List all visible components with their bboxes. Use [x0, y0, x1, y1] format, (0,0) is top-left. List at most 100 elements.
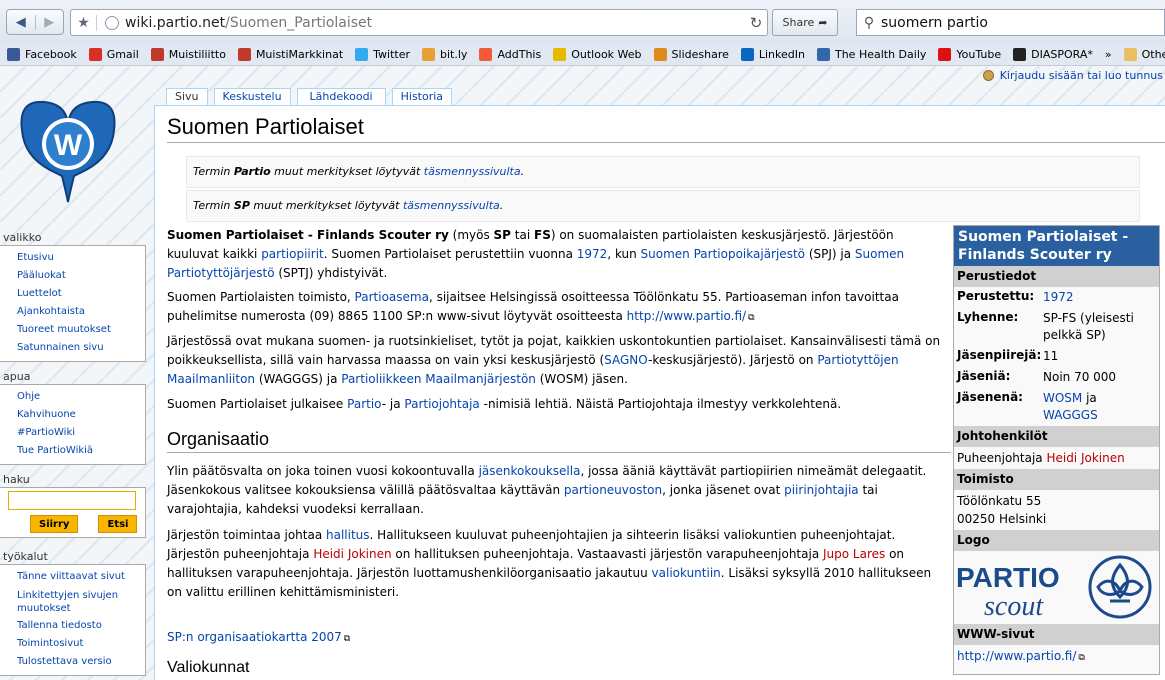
dab-text: . — [520, 165, 525, 178]
infobox-key: Jäsenpiirejä: — [957, 348, 1042, 362]
bookmark-star-icon[interactable]: ★ — [71, 14, 97, 31]
section-divider — [167, 452, 951, 453]
tab-historia[interactable]: Historia — [391, 88, 453, 105]
infobox-value-link[interactable]: 1972 — [1043, 289, 1156, 306]
bookmark-label: Facebook — [25, 48, 77, 61]
infobox-row: Puheenjohtaja Heidi Jokinen — [954, 447, 1159, 469]
share-button[interactable]: Share ➦ — [772, 9, 838, 36]
bookmark-muistimarkkinat[interactable]: MuistiMarkkinat — [237, 48, 343, 61]
sidebar-item-tanne-viittaavat[interactable]: Tänne viittaavat sivut — [17, 571, 125, 582]
tab-sivu[interactable]: Sivu — [166, 88, 208, 105]
disambiguation-link[interactable]: täsmennyssivulta — [403, 199, 500, 212]
sidebar-item-ajankohtaista[interactable]: Ajankohtaista — [17, 306, 85, 317]
partio-website-link[interactable]: http://www.partio.fi/ — [627, 309, 746, 323]
login-link[interactable]: Kirjaudu sisään tai luo tunnus — [1000, 69, 1163, 82]
partioasema-link[interactable]: Partioasema — [355, 290, 429, 304]
bookmark-youtube[interactable]: YouTube — [938, 48, 1001, 61]
portal-heading: työkalut — [0, 549, 146, 565]
sidebar-item-toimintosivut[interactable]: Toimintosivut — [17, 638, 83, 649]
bookmark-folder[interactable]: Other bookmarks — [1123, 48, 1165, 61]
reload-icon[interactable]: ↻ — [745, 14, 767, 32]
leader-link[interactable]: Heidi Jokinen — [1046, 451, 1124, 465]
bookmark-outlook[interactable]: Outlook Web — [553, 48, 642, 61]
sidebar-item-partiowiki[interactable]: #PartioWiki — [17, 427, 75, 438]
muistiliitto-icon — [150, 48, 164, 61]
infobox-row: Lyhenne: SP-FS (yleisesti pelkkä SP) — [954, 308, 1159, 346]
sidebar-item-luettelot[interactable]: Luettelot — [17, 288, 62, 299]
piirinjohtaja-link[interactable]: piirinjohtajia — [784, 483, 859, 497]
sidebar-item-tallenna-tiedosto[interactable]: Tallenna tiedosto — [17, 620, 102, 631]
address-bar[interactable]: ★ wiki.partio.net/Suomen_Partiolaiset ↻ — [70, 9, 768, 36]
bookmark-linkedin[interactable]: LinkedIn — [740, 48, 805, 61]
infobox-section: Toimisto — [954, 469, 1159, 490]
folder-icon — [1123, 48, 1137, 61]
dab-text: muut merkitykset löytyvät — [249, 199, 403, 212]
waggs-link[interactable]: WAGGGS — [1043, 408, 1098, 422]
go-button[interactable]: Siirry — [30, 515, 79, 533]
partioneuvosto-link[interactable]: partioneuvoston — [564, 483, 662, 497]
wosm-article-link[interactable]: Partioliikkeen Maailmanjärjestön — [341, 372, 536, 386]
bookmark-gmail[interactable]: Gmail — [88, 48, 139, 61]
paragraph: SP:n organisaatiokartta 2007 ⧉ — [167, 628, 947, 649]
bookmark-chevron[interactable]: » — [1105, 48, 1112, 61]
sidebar-item-satunnainen-sivu[interactable]: Satunnainen sivu — [17, 342, 104, 353]
bold-text: Suomen Partiolaiset - Finlands Scouter r… — [167, 228, 449, 242]
tab-lahdekoodi[interactable]: Lähdekoodi — [296, 88, 386, 105]
gmail-icon — [88, 48, 102, 61]
bookmark-twitter[interactable]: Twitter — [355, 48, 410, 61]
bookmark-slideshare[interactable]: Slideshare — [653, 48, 729, 61]
sidebar-item-etusivu[interactable]: Etusivu — [17, 252, 54, 263]
partiopiirit-link[interactable]: partiopiirit — [261, 247, 324, 261]
wiki-search-input[interactable] — [8, 491, 136, 510]
browser-search-box[interactable]: ⚲ suomern partio — [856, 9, 1165, 36]
sidebar-item-paaluokat[interactable]: Pääluokat — [17, 270, 66, 281]
org-chart-link[interactable]: SP:n organisaatiokartta 2007 — [167, 630, 342, 644]
sidebar-item-kahvihuone[interactable]: Kahvihuone — [17, 409, 76, 420]
search-icon: ⚲ — [863, 14, 875, 31]
external-link-icon: ⧉ — [748, 313, 755, 323]
page-title: Suomen Partiolaiset — [167, 114, 364, 139]
search-button[interactable]: Etsi — [98, 515, 138, 533]
bookmark-facebook[interactable]: Facebook — [7, 48, 77, 61]
dab-text: muut merkitykset löytyvät — [270, 165, 424, 178]
wosm-link[interactable]: WOSM — [1043, 391, 1082, 405]
sidebar-item-tulostettava-versio[interactable]: Tulostettava versio — [17, 656, 112, 667]
bookmark-label: bit.ly — [440, 48, 468, 61]
bookmark-addthis[interactable]: AddThis — [479, 48, 541, 61]
forward-button[interactable]: ▶ — [34, 14, 64, 30]
website-link[interactable]: http://www.partio.fi/ — [957, 649, 1076, 663]
fleur-de-lis-icon — [1088, 555, 1152, 619]
jasenkokous-link[interactable]: jäsenkokouksella — [479, 464, 581, 478]
spj-link[interactable]: Suomen Partiopoikajärjestö — [641, 247, 805, 261]
back-button[interactable]: ◀ — [7, 15, 35, 30]
bookmark-label: AddThis — [497, 48, 542, 61]
heidi-jokinen-link[interactable]: Heidi Jokinen — [313, 547, 391, 561]
url-text[interactable]: wiki.partio.net/Suomen_Partiolaiset — [125, 15, 745, 31]
disambiguation-link[interactable]: täsmennyssivulta — [424, 165, 521, 178]
partiowiki-logo[interactable]: W — [14, 94, 122, 206]
hallitus-link[interactable]: hallitus — [326, 528, 370, 542]
dab-text: Termin — [193, 165, 234, 178]
partiojohtaja-link[interactable]: Partiojohtaja — [404, 397, 479, 411]
sidebar-item-linkitettyjen-muutokset[interactable]: Linkitettyjen sivujen muutokset — [17, 590, 118, 614]
bookmark-label: » — [1104, 48, 1112, 61]
bookmark-healthdaily[interactable]: The Health Daily — [816, 48, 926, 61]
infobox-section: WWW-sivut — [954, 624, 1159, 645]
body-text: (myös — [448, 228, 494, 242]
search-text[interactable]: suomern partio — [881, 15, 988, 31]
year-1972-link[interactable]: 1972 — [577, 247, 608, 261]
bookmark-bitly[interactable]: bit.ly — [422, 48, 467, 61]
tab-keskustelu[interactable]: Keskustelu — [213, 88, 291, 105]
sidebar-item-tuoreet-muutokset[interactable]: Tuoreet muutokset — [17, 324, 111, 335]
sidebar-item-tue-partiowikia[interactable]: Tue PartioWikiä — [17, 445, 93, 456]
bookmark-muistiliitto[interactable]: Muistiliitto — [150, 48, 226, 61]
svg-text:W: W — [54, 129, 83, 162]
twitter-icon — [355, 48, 369, 61]
bookmark-label: YouTube — [956, 48, 1002, 61]
sidebar-item-ohje[interactable]: Ohje — [17, 391, 40, 402]
jupo-lares-link[interactable]: Jupo Lares — [823, 547, 885, 561]
partio-magazine-link[interactable]: Partio — [347, 397, 382, 411]
sagno-link[interactable]: SAGNO — [604, 353, 648, 367]
valiokunnat-link[interactable]: valiokuntiin — [652, 566, 721, 580]
bookmark-diaspora[interactable]: DIASPORA* — [1013, 48, 1093, 61]
